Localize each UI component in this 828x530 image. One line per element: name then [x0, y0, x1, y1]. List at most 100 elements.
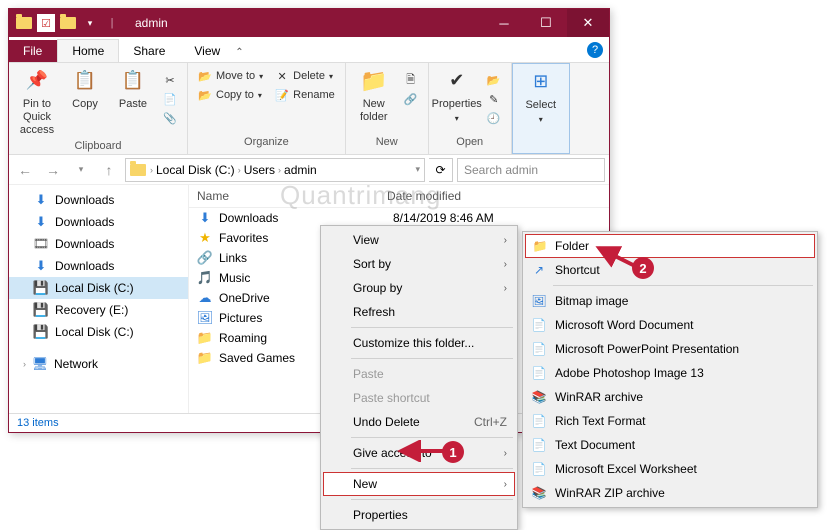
menu-label: Microsoft PowerPoint Presentation [555, 342, 739, 356]
menu-item[interactable]: 📄Text Document [525, 433, 815, 457]
header-name[interactable]: Name [197, 189, 387, 203]
easyaccess-button[interactable]: 🔗 [400, 90, 422, 108]
filetype-icon: ↗ [531, 262, 547, 278]
back-button[interactable]: ← [13, 158, 37, 182]
menu-label: WinRAR archive [555, 390, 643, 404]
minimize-button[interactable]: ─ [483, 9, 525, 37]
pin-icon: 📌 [23, 67, 51, 95]
sidebar-item[interactable]: 🎞Downloads [9, 233, 188, 255]
clipboard-label: Clipboard [15, 138, 181, 154]
pin-button[interactable]: 📌 Pin to Quick access [15, 67, 59, 138]
close-button[interactable]: ✕ [567, 9, 609, 37]
copy-button[interactable]: 📋Copy [63, 67, 107, 111]
nav-label: Network [54, 357, 98, 371]
copypath-button[interactable]: 📄 [159, 90, 181, 108]
header-date[interactable]: Date modified [387, 189, 461, 203]
shortcut-icon: 📎 [163, 111, 177, 125]
rename-label: Rename [293, 89, 335, 101]
newitem-button[interactable]: 🗎 [400, 71, 422, 89]
menu-item[interactable]: View› [323, 228, 515, 252]
menu-item[interactable]: Refresh [323, 300, 515, 324]
sidebar-item[interactable]: 💾Local Disk (C:) [9, 277, 188, 299]
cut-button[interactable]: ✂ [159, 71, 181, 89]
tab-home[interactable]: Home [57, 39, 119, 62]
properties-button[interactable]: ✔Properties▾ [435, 67, 479, 124]
menu-item[interactable]: 📄Rich Text Format [525, 409, 815, 433]
menu-item[interactable]: 📄Microsoft Word Document [525, 313, 815, 337]
breadcrumb-seg[interactable]: Users [241, 163, 278, 177]
nav-icon: 💾 [33, 280, 49, 296]
menu-item[interactable]: New› [323, 472, 515, 496]
menu-label: Paste shortcut [353, 391, 430, 405]
menu-item[interactable]: 📄Microsoft PowerPoint Presentation [525, 337, 815, 361]
nav-icon: 💾 [33, 324, 49, 340]
refresh-button[interactable]: ⟳ [429, 158, 453, 182]
breadcrumb-dropdown[interactable]: ▾ [415, 164, 420, 175]
menu-item[interactable]: Undo DeleteCtrl+Z [323, 410, 515, 434]
breadcrumb[interactable]: › Local Disk (C:) › Users › admin ▾ [125, 158, 425, 182]
help-icon[interactable]: ? [587, 42, 603, 58]
menu-item[interactable]: 📚WinRAR archive [525, 385, 815, 409]
recent-dropdown[interactable]: ▾ [69, 158, 93, 182]
rename-button[interactable]: 📝Rename [271, 86, 339, 104]
nav-label: Downloads [55, 215, 114, 229]
moveto-button[interactable]: 📂Move to ▾ [194, 67, 267, 85]
forward-button[interactable]: → [41, 158, 65, 182]
maximize-button[interactable]: ☐ [525, 9, 567, 37]
menu-item[interactable]: Group by› [323, 276, 515, 300]
menu-label: Customize this folder... [353, 336, 474, 350]
nav-label: Recovery (E:) [55, 303, 128, 317]
menu-item[interactable]: Sort by› [323, 252, 515, 276]
menu-label: Properties [353, 508, 408, 522]
search-input[interactable]: Search admin [457, 158, 605, 182]
pasteshortcut-button[interactable]: 📎 [159, 109, 181, 127]
edit-button[interactable]: ✎ [483, 90, 505, 108]
paste-label: Paste [119, 98, 147, 111]
menu-item[interactable]: Customize this folder... [323, 331, 515, 355]
nav-icon: 🎞 [33, 236, 49, 252]
dropdown-icon[interactable]: ▾ [81, 14, 99, 32]
sidebar-item[interactable]: ⬇Downloads [9, 211, 188, 233]
breadcrumb-seg[interactable]: admin [281, 163, 320, 177]
menu-item[interactable]: 🖼 Bitmap image [525, 289, 815, 313]
sidebar-item[interactable]: 💾Local Disk (C:) [9, 321, 188, 343]
pin-label: Pin to Quick access [15, 98, 59, 138]
context-menu: View›Sort by›Group by›Refresh Customize t… [320, 225, 518, 530]
menu-label: Bitmap image [555, 294, 628, 308]
breadcrumb-seg[interactable]: Local Disk (C:) [153, 163, 238, 177]
filetype-icon: 🖼 [531, 293, 547, 309]
menu-item[interactable]: 📄Microsoft Excel Worksheet [525, 457, 815, 481]
menu-label: Paste [353, 367, 384, 381]
sidebar-item[interactable]: ⬇Downloads [9, 255, 188, 277]
delete-button[interactable]: ✕Delete ▾ [271, 67, 339, 85]
newfolder-button[interactable]: 📁New folder [352, 67, 396, 124]
paste-button[interactable]: 📋Paste [111, 67, 155, 111]
navigation-pane[interactable]: ⬇Downloads⬇Downloads🎞Downloads⬇Downloads… [9, 185, 189, 413]
sidebar-item[interactable]: 💾 Recovery (E:) [9, 299, 188, 321]
tab-view[interactable]: View [180, 40, 235, 62]
filetype-icon: 📄 [531, 437, 547, 453]
folder-icon [15, 14, 33, 32]
properties-icon: ✔ [443, 67, 471, 95]
up-button[interactable]: ↑ [97, 158, 121, 182]
menu-item[interactable]: 📁Folder [525, 234, 815, 258]
tab-share[interactable]: Share [119, 40, 180, 62]
menu-item[interactable]: ↗Shortcut [525, 258, 815, 282]
tab-file[interactable]: File [9, 40, 57, 62]
select-button[interactable]: ⊞Select▾ [519, 68, 563, 125]
breadcrumb-folder-icon [130, 164, 146, 176]
nav-icon: 💾 [33, 302, 49, 318]
sidebar-item[interactable]: ⬇Downloads [9, 189, 188, 211]
menu-item[interactable]: Properties [323, 503, 515, 527]
history-button[interactable]: 🕘 [483, 109, 505, 127]
copyto-button[interactable]: 📂Copy to ▾ [194, 86, 267, 104]
minimize-ribbon-icon[interactable]: ⌃ [235, 47, 243, 58]
menu-item[interactable]: 📄Adobe Photoshop Image 13 [525, 361, 815, 385]
properties-icon[interactable]: ☑ [37, 14, 55, 32]
open-button[interactable]: 📂 [483, 71, 505, 89]
easyaccess-icon: 🔗 [404, 92, 418, 106]
delete-label: Delete [293, 70, 325, 82]
status-bar: 13 items [9, 413, 609, 435]
sidebar-item-network[interactable]: ›🖥Network [9, 353, 188, 375]
menu-item[interactable]: 📚WinRAR ZIP archive [525, 481, 815, 505]
